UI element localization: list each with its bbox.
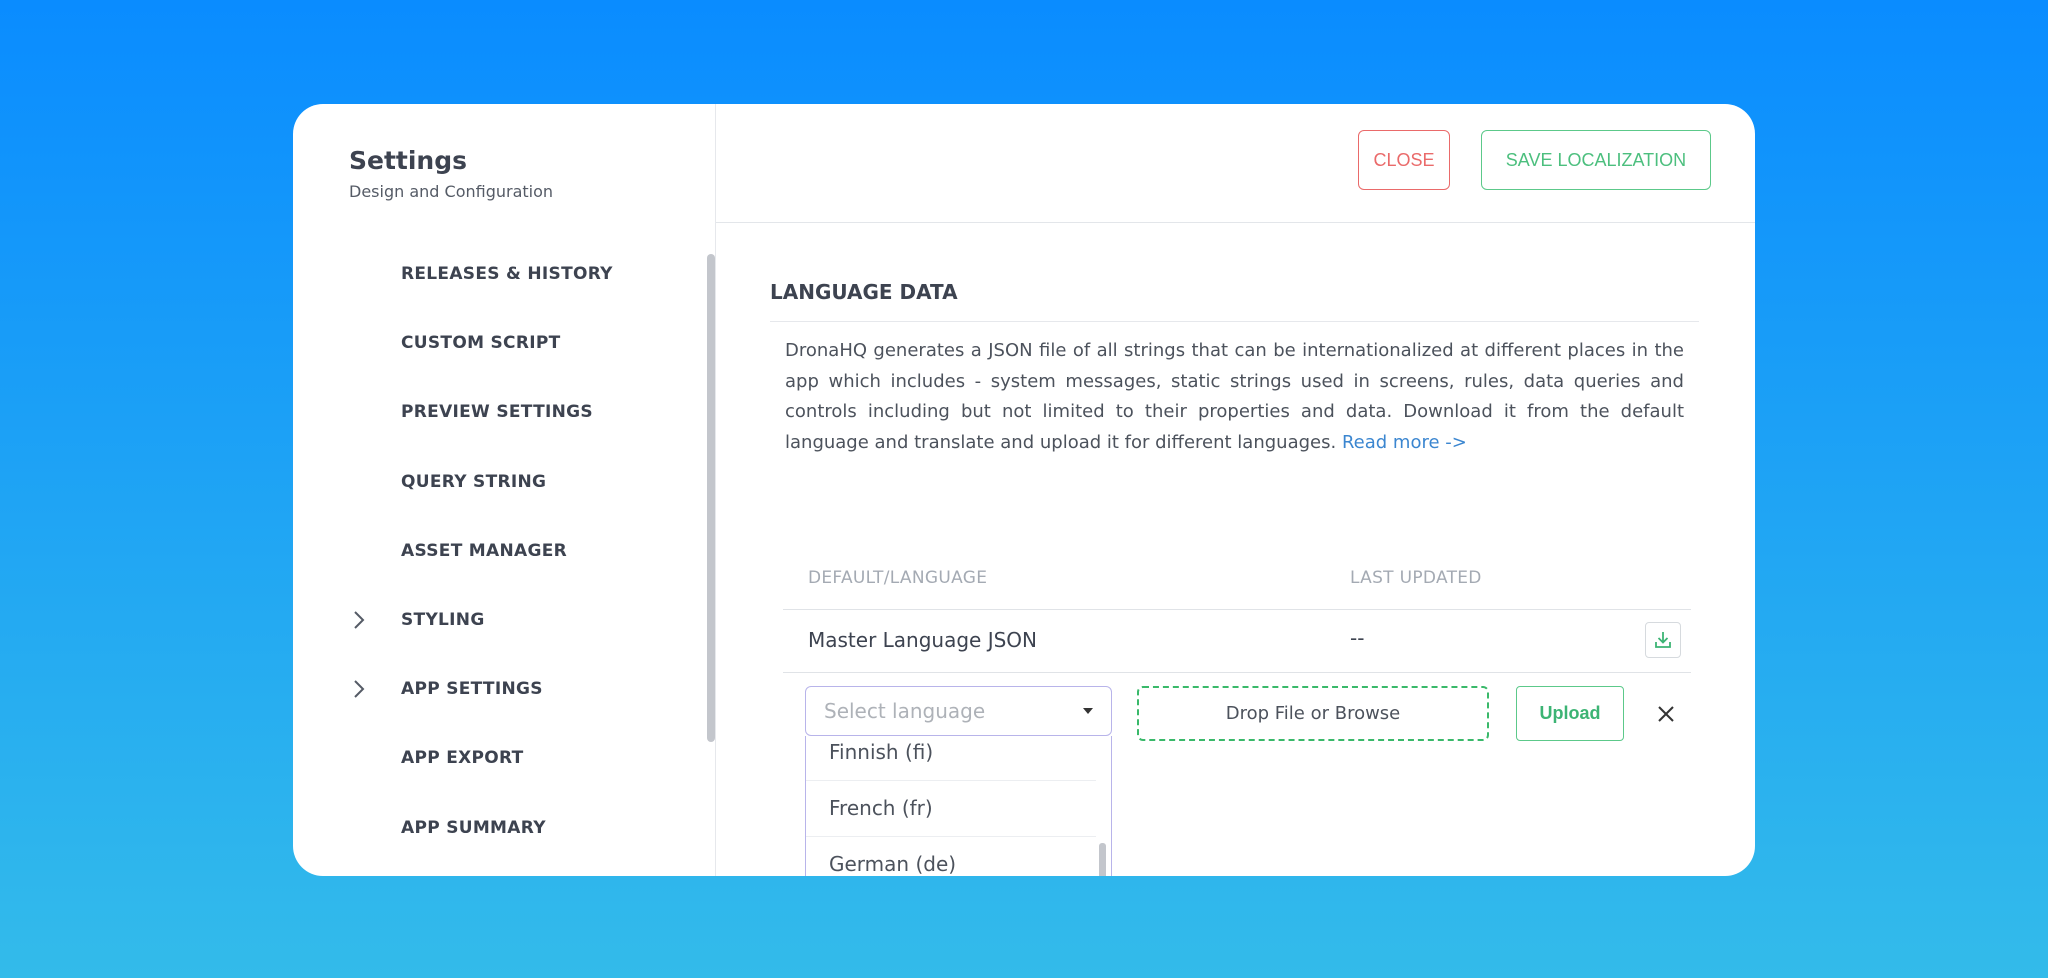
- sidebar-item-label: CUSTOM SCRIPT: [401, 333, 561, 354]
- read-more-link[interactable]: Read more ->: [1342, 432, 1467, 453]
- sidebar-item-label: APP SETTINGS: [401, 679, 543, 700]
- column-header-last-updated: LAST UPDATED: [1350, 568, 1482, 588]
- sidebar-subtitle: Design and Configuration: [349, 182, 554, 201]
- dialog-toolbar: CLOSE SAVE LOCALIZATION: [716, 104, 1755, 223]
- description-text: DronaHQ generates a JSON file of all str…: [785, 340, 1684, 454]
- sidebar-item-asset-manager[interactable]: ASSET MANAGER: [293, 531, 703, 600]
- sidebar-item-label: STYLING: [401, 609, 485, 630]
- close-button[interactable]: CLOSE: [1358, 130, 1450, 190]
- sidebar-item-query-string[interactable]: QUERY STRING: [293, 462, 703, 531]
- sidebar-item-custom-script[interactable]: CUSTOM SCRIPT: [293, 323, 703, 392]
- dropdown-option[interactable]: French (fr): [829, 796, 933, 820]
- sidebar-item-preview-settings[interactable]: PREVIEW SETTINGS: [293, 392, 703, 461]
- language-select[interactable]: Select language: [805, 686, 1112, 736]
- chevron-right-icon: [354, 680, 365, 698]
- sidebar: Settings Design and Configuration RELEAS…: [293, 104, 716, 876]
- column-header-language: DEFAULT/LANGUAGE: [808, 568, 988, 588]
- sidebar-scrollbar-thumb[interactable]: [707, 254, 715, 742]
- upload-button[interactable]: Upload: [1516, 686, 1624, 741]
- main-panel: CLOSE SAVE LOCALIZATION LANGUAGE DATA Dr…: [716, 104, 1755, 876]
- save-localization-button[interactable]: SAVE LOCALIZATION: [1481, 130, 1711, 190]
- sidebar-title: Settings: [349, 146, 468, 175]
- sidebar-item-app-export[interactable]: APP EXPORT: [293, 738, 703, 807]
- download-button[interactable]: [1645, 622, 1681, 658]
- download-icon: [1655, 632, 1671, 648]
- remove-row-button[interactable]: [1652, 700, 1680, 728]
- sidebar-item-label: APP SUMMARY: [401, 817, 546, 838]
- divider: [806, 836, 1096, 837]
- caret-down-icon: [1083, 708, 1093, 714]
- chevron-right-icon: [354, 611, 365, 629]
- file-drop-zone[interactable]: Drop File or Browse: [1137, 686, 1489, 741]
- close-icon: [1658, 706, 1674, 722]
- section-title: LANGUAGE DATA: [770, 280, 958, 304]
- dropdown-option[interactable]: Finnish (fi): [829, 740, 933, 764]
- section-description: DronaHQ generates a JSON file of all str…: [785, 336, 1684, 459]
- dropdown-scrollbar-thumb[interactable]: [1099, 843, 1106, 876]
- sidebar-nav: RELEASES & HISTORY CUSTOM SCRIPT PREVIEW…: [293, 254, 703, 876]
- sidebar-item-label: QUERY STRING: [401, 471, 547, 492]
- last-updated-value: --: [1350, 626, 1365, 650]
- sidebar-item-label: ASSET MANAGER: [401, 540, 568, 561]
- sidebar-item-label: APP EXPORT: [401, 748, 524, 769]
- language-select-placeholder: Select language: [824, 699, 986, 723]
- divider: [783, 672, 1691, 673]
- sidebar-item-app-summary[interactable]: APP SUMMARY: [293, 808, 703, 877]
- sidebar-item-app-settings[interactable]: APP SETTINGS: [293, 669, 703, 738]
- divider: [806, 780, 1096, 781]
- dropdown-option[interactable]: German (de): [829, 852, 956, 876]
- sidebar-item-label: PREVIEW SETTINGS: [401, 402, 593, 423]
- sidebar-item-label: RELEASES & HISTORY: [401, 264, 613, 284]
- language-name: Master Language JSON: [808, 628, 1038, 652]
- language-dropdown-list: Finnish (fi) French (fr) German (de): [805, 736, 1112, 876]
- sidebar-item-releases-history[interactable]: RELEASES & HISTORY: [293, 254, 703, 323]
- sidebar-item-styling[interactable]: STYLING: [293, 600, 703, 669]
- divider: [783, 609, 1691, 610]
- divider: [770, 321, 1699, 322]
- settings-dialog: Settings Design and Configuration RELEAS…: [293, 104, 1755, 876]
